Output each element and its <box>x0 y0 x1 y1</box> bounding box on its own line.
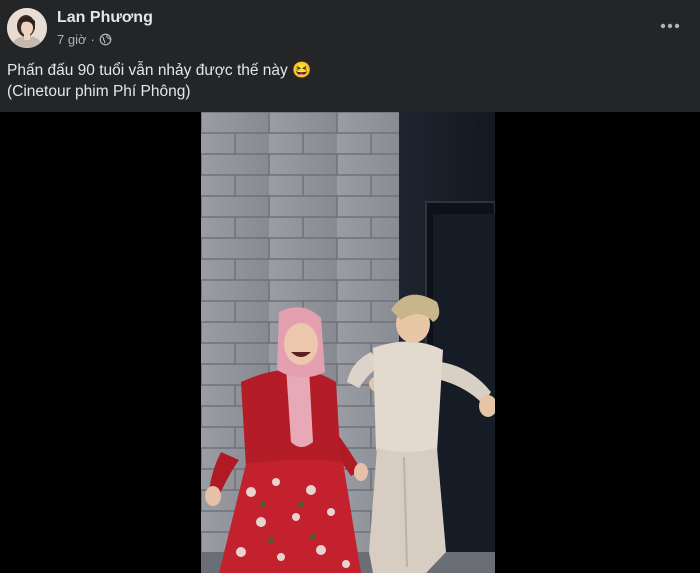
author-avatar[interactable] <box>7 8 47 48</box>
author-name[interactable]: Lan Phương <box>57 9 153 27</box>
post-meta: 7 giờ · <box>57 32 112 47</box>
post-header: Lan Phương 7 giờ · <box>0 0 700 56</box>
more-options-icon <box>660 23 680 29</box>
post-time[interactable]: 7 giờ <box>57 32 87 47</box>
post-caption: Phấn đấu 90 tuổi vẫn nhảy được thế này 😆… <box>7 60 687 102</box>
video-still-image <box>201 112 495 573</box>
meta-separator: · <box>90 32 95 47</box>
video-player[interactable] <box>0 112 700 573</box>
caption-line: Phấn đấu 90 tuổi vẫn nhảy được thế này 😆 <box>7 62 312 79</box>
caption-line: (Cinetour phim Phí Phông) <box>7 83 191 100</box>
globe-icon[interactable] <box>99 33 112 46</box>
more-options-button[interactable] <box>658 14 682 38</box>
video-frame[interactable] <box>201 112 495 573</box>
